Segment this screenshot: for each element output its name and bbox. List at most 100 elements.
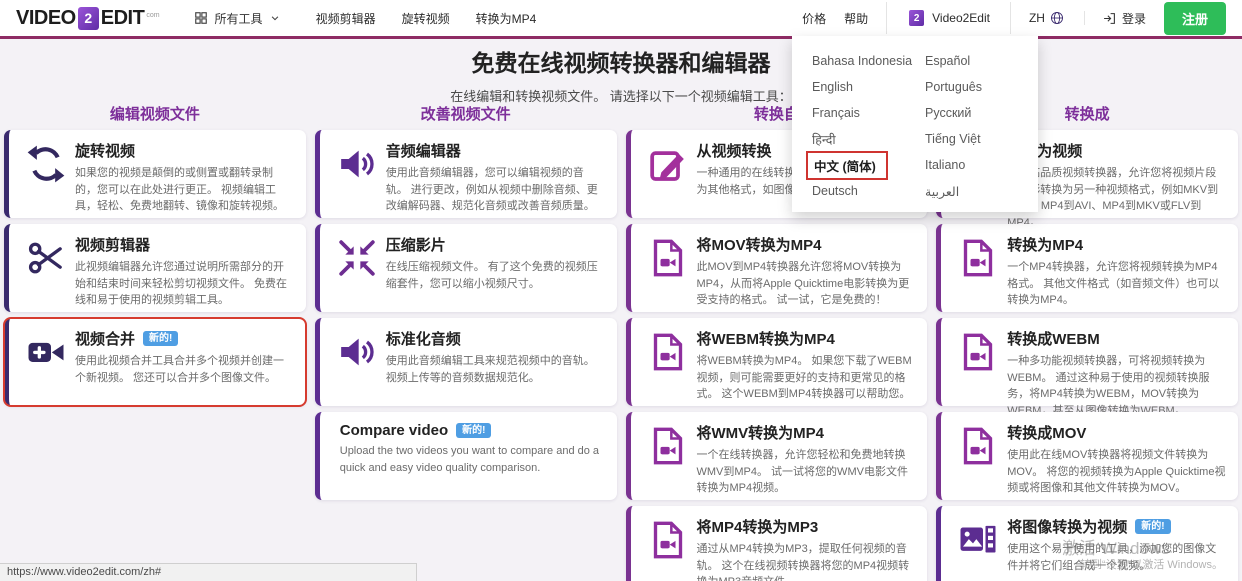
lang-item-bahasa[interactable]: Bahasa Indonesia [812, 54, 925, 68]
lang-item-italiano[interactable]: Italiano [925, 158, 1030, 172]
lang-item-arabic[interactable]: العربية [925, 184, 1030, 199]
accent-divider [0, 36, 1242, 39]
card-merge-videos[interactable]: 视频合并 新的! 使用此视频合并工具合并多个视频并创建一个新视频。 您还可以合并多… [3, 317, 307, 407]
card-title: 转换为MP4 [1007, 237, 1084, 254]
link-preview-statusbar: https://www.video2edit.com/zh# [0, 563, 417, 581]
card-video-trimmer[interactable]: 视频剪辑器 此视频编辑器允许您通过说明所需部分的开始和结束时间来轻松剪切视频文件… [4, 224, 306, 312]
card-description: 此视频编辑器允许您通过说明所需部分的开始和结束时间来轻松剪切视频文件。 免费在线… [75, 261, 288, 306]
logo-2-document-icon: 2 [77, 6, 99, 30]
new-badge: 新的! [456, 423, 492, 438]
app-label: Video2Edit [932, 11, 990, 25]
lang-item-russian[interactable]: Русский [925, 106, 1030, 120]
card-title: 旋转视频 [75, 143, 136, 160]
card-description: 使用此音频编辑器，您可以编辑视频的音轨。 进行更改，例如从视频中删除音频、更改编… [385, 167, 598, 212]
edit-square-icon [639, 140, 697, 210]
card-title: 压缩影片 [385, 237, 446, 254]
speaker-icon [328, 328, 386, 398]
rotate-icon [17, 140, 75, 210]
lang-item-chinese-selected[interactable]: 中文 (简体) [806, 150, 888, 180]
page-title: 免费在线视频转换器和编辑器 [471, 50, 771, 76]
card-description: 此MOV到MP4转换器允许您将MOV转换为MP4，从而将Apple Quickt… [696, 261, 910, 306]
file-video-icon [639, 422, 697, 492]
video-plus-icon [17, 328, 75, 398]
signup-button[interactable]: 注册 [1163, 1, 1226, 35]
card-description: 一个MP4转换器，允许您将视频转换为MP4格式。 其他文件格式（如音频文件）也可… [1007, 261, 1220, 306]
card-title: 将WEBM转换为MP4 [696, 331, 835, 348]
card-wmv-to-mp4[interactable]: 将WMV转换为MP4 一个在线转换器，允许您轻松和免费地转换WMV到MP4。 试… [625, 412, 928, 500]
card-description: 一种多功能视频转换器，可将视频转换为WEBM。 通过这种易于使用的视频转换服务，… [1007, 355, 1210, 417]
new-badge: 新的! [143, 331, 179, 346]
lang-item-hindi[interactable]: हिन्दी [812, 131, 925, 148]
compress-icon [328, 234, 386, 304]
app-2-icon: 2 [909, 10, 925, 26]
all-tools-label: 所有工具 [214, 11, 263, 26]
file-video-icon [639, 234, 697, 304]
chevron-down-icon [270, 13, 280, 23]
card-title: 标准化音频 [385, 331, 461, 348]
globe-icon [1050, 11, 1064, 25]
card-title: 视频合并 [75, 331, 136, 348]
card-description: Upload the two videos you want to compar… [339, 445, 600, 474]
language-dropdown: Bahasa Indonesia Español English Portugu… [792, 36, 1038, 212]
header: VIDEO 2 EDIT com 所有工具 视频剪辑器 旋转视频 转换为MP4 … [0, 0, 1242, 36]
lang-item-deutsch[interactable]: Deutsch [812, 184, 925, 198]
lang-item-vietnamese[interactable]: Tiếng Việt [925, 132, 1030, 146]
card-title: 转换成WEBM [1007, 331, 1100, 348]
card-mp4-to-mp3[interactable]: 将MP4转换为MP3 通过从MP4转换为MP3，提取任何视频的音轨。 这个在线视… [625, 506, 928, 581]
scissors-icon [17, 234, 75, 304]
column-header-edit-video: 编辑视频文件 [109, 106, 200, 123]
card-compare-video[interactable]: Compare video 新的! Upload the two videos y… [314, 412, 617, 500]
windows-activation-hint: 转到“设置”以激活 Windows。 [1080, 559, 1224, 571]
card-description: 一个在线转换器，允许您轻松和免费地转换WMV到MP4。 试一试将您的WMV电影文… [696, 449, 908, 494]
language-selector[interactable]: ZH [1029, 11, 1085, 25]
speaker-icon [328, 140, 386, 210]
card-title: 音频编辑器 [385, 143, 461, 160]
card-mov-to-mp4[interactable]: 将MOV转换为MP4 此MOV到MP4转换器允许您将MOV转换为MP4，从而将A… [625, 224, 928, 312]
lang-item-espanol[interactable]: Español [925, 54, 1030, 68]
logo-suffix: com [146, 11, 160, 19]
lang-item-english[interactable]: English [812, 80, 925, 94]
pricing-link[interactable]: 价格 [802, 10, 826, 27]
card-description: 一个高品质视频转换器，允许您将视频片段或电影转换为另一种视频格式，例如MKV到M… [1007, 167, 1219, 229]
card-title: 将MP4转换为MP3 [696, 519, 819, 536]
site-logo[interactable]: VIDEO 2 EDIT com [16, 6, 160, 30]
card-description: 使用此音频编辑工具来规范视频中的音轨。 视频上传等的音频数据规范化。 [385, 355, 595, 384]
card-convert-to-webm[interactable]: 转换成WEBM 一种多功能视频转换器，可将视频转换为WEBM。 通过这种易于使用… [936, 318, 1238, 417]
card-rotate-video[interactable]: 旋转视频 如果您的视频是颠倒的或侧置或翻转录制的，您可以在此处进行更正。 视频编… [4, 130, 306, 218]
card-description: 在线压缩视频文件。 有了这个免费的视频压缩套件，您可以缩小视频尺寸。 [385, 261, 598, 290]
nav-convert-to-mp4[interactable]: 转换为MP4 [476, 10, 537, 27]
all-tools-menu[interactable]: 所有工具 [194, 10, 280, 27]
nav-video-trimmer[interactable]: 视频剪辑器 [316, 10, 376, 27]
file-video-icon [949, 234, 1007, 304]
column-header-improve-video: 改善视频文件 [420, 106, 511, 123]
card-webm-to-mp4[interactable]: 将WEBM转换为MP4 将WEBM转换为MP4。 如果您下载了WEBM视频，则可… [625, 318, 928, 406]
header-right: 价格 帮助 2 Video2Edit ZH 登录 注册 [802, 1, 1226, 35]
file-video-icon [949, 422, 1007, 492]
language-code: ZH [1028, 11, 1045, 25]
card-title: 转换成MOV [1007, 425, 1087, 442]
tool-cards-grid: 旋转视频 如果您的视频是颠倒的或侧置或翻转录制的，您可以在此处进行更正。 视频编… [3, 130, 1238, 581]
login-link[interactable]: 登录 [1103, 10, 1146, 27]
card-description: 通过从MP4转换为MP3，提取任何视频的音轨。 这个在线视频转换器将您的MP4视… [696, 543, 910, 581]
file-video-icon [639, 328, 697, 398]
file-video-icon [949, 328, 1007, 398]
help-link[interactable]: 帮助 [844, 10, 868, 27]
card-convert-to-mp4[interactable]: 转换为MP4 一个MP4转换器，允许您将视频转换为MP4格式。 其他文件格式（如… [936, 224, 1238, 312]
column-headers: 编辑视频文件 改善视频文件 转换自 转换成 [4, 103, 1238, 124]
card-compress-video[interactable]: 压缩影片 在线压缩视频文件。 有了这个免费的视频压缩套件，您可以缩小视频尺寸。 [314, 224, 617, 312]
card-title: 视频剪辑器 [75, 237, 151, 254]
card-audio-editor[interactable]: 音频编辑器 使用此音频编辑器，您可以编辑视频的音轨。 进行更改，例如从视频中删除… [314, 130, 617, 218]
card-description: 使用此视频合并工具合并多个视频并创建一个新视频。 您还可以合并多个图像文件。 [75, 355, 284, 384]
nav-rotate-video[interactable]: 旋转视频 [402, 10, 450, 27]
lang-item-portugues[interactable]: Português [925, 80, 1030, 94]
hero-section: 免费在线视频转换器和编辑器 在线编辑和转换视频文件。 请选择以下一个视频编辑工具… [0, 44, 1242, 105]
card-convert-to-mov[interactable]: 转换成MOV 使用此在线MOV转换器将视频文件转换为MOV。 将您的视频转换为A… [936, 412, 1238, 500]
video2edit-app-link[interactable]: 2 Video2Edit [886, 2, 1011, 34]
login-label: 登录 [1121, 11, 1146, 26]
grid-icon [194, 11, 208, 25]
card-title: 将MOV转换为MP4 [696, 237, 822, 254]
lang-item-francais[interactable]: Français [812, 106, 925, 120]
card-description: 使用此在线MOV转换器将视频文件转换为MOV。 将您的视频转换为Apple Qu… [1007, 449, 1226, 494]
card-description: 将WEBM转换为MP4。 如果您下载了WEBM视频，则可能需要更好的支持和更常见… [696, 355, 912, 400]
card-normalize-audio[interactable]: 标准化音频 使用此音频编辑工具来规范视频中的音轨。 视频上传等的音频数据规范化。 [314, 318, 617, 406]
